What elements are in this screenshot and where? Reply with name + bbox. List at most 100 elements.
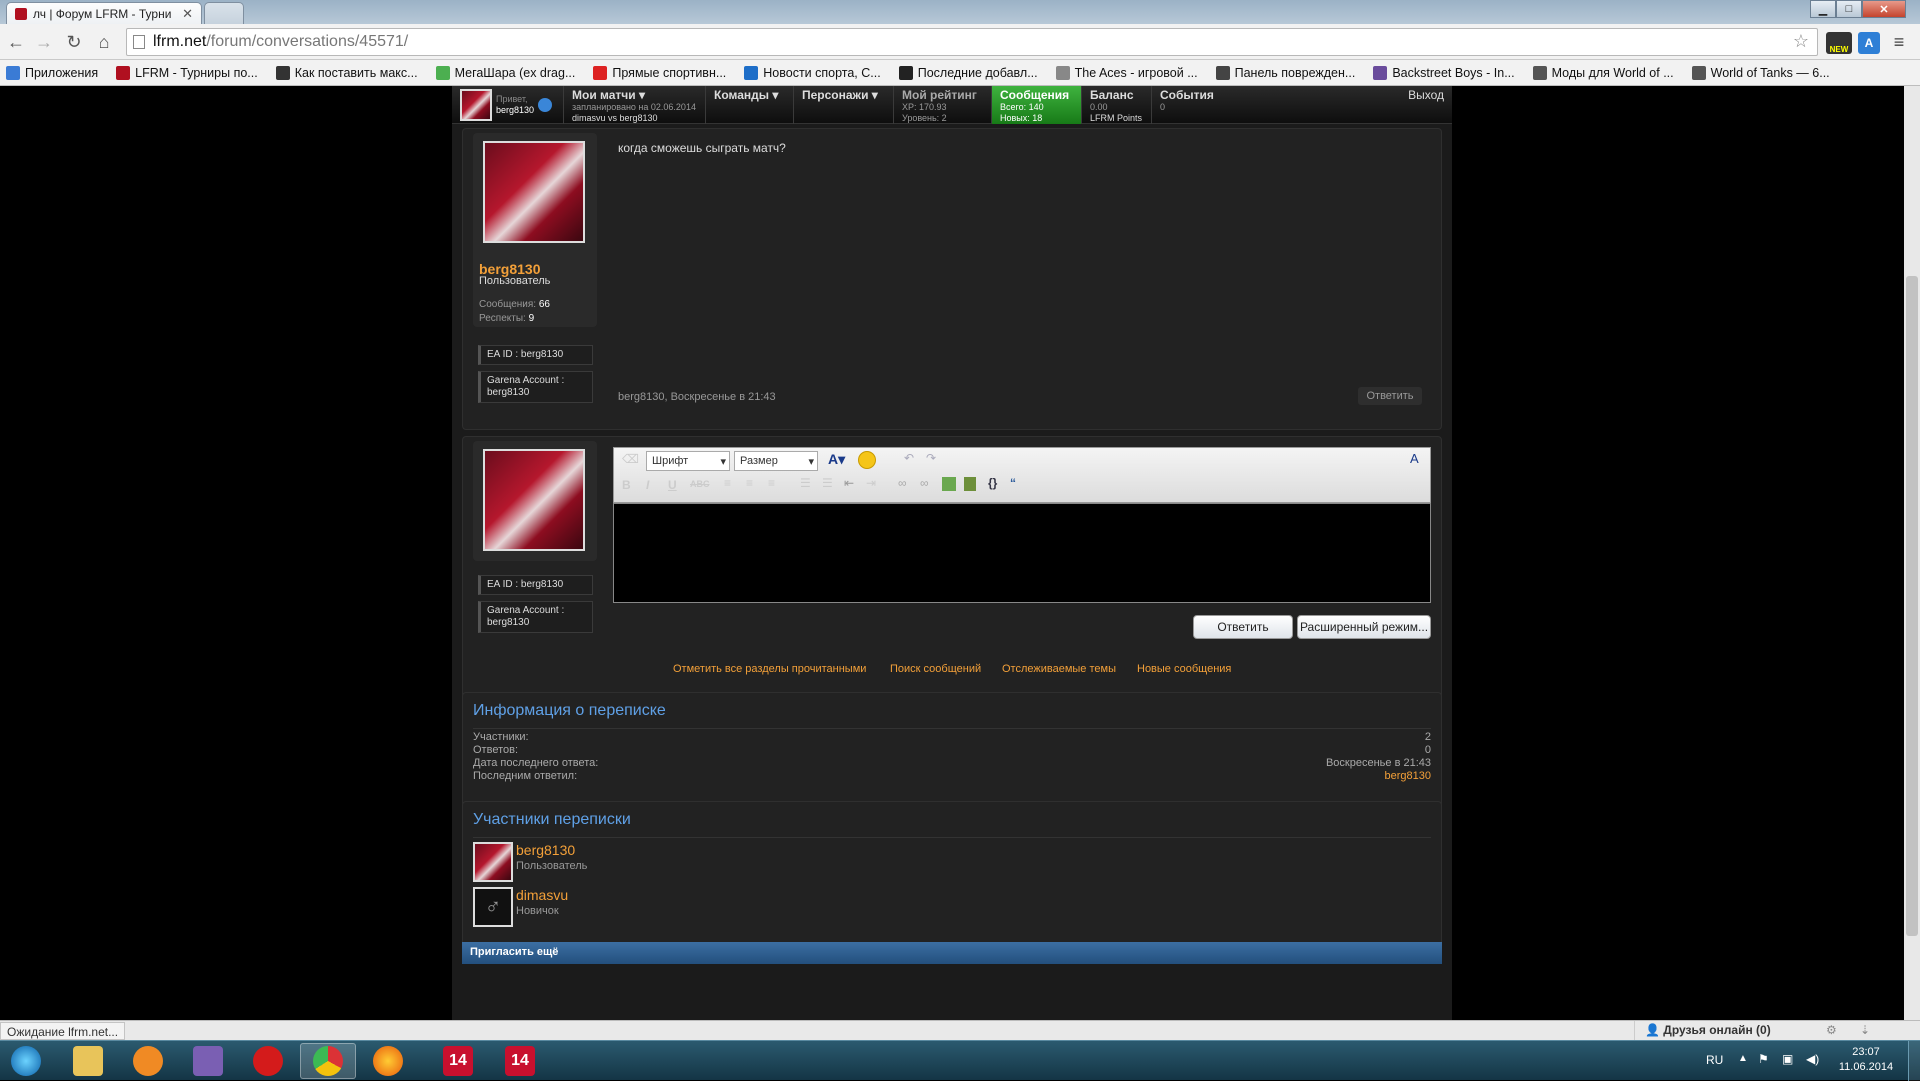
page-scrollbar[interactable] [1904,86,1920,1020]
forward-icon[interactable]: → [32,30,56,54]
bold-icon[interactable]: B [622,478,631,492]
unlink-icon[interactable]: ∞ [920,476,929,490]
divider [473,837,1431,838]
bookmark-item[interactable]: Приложения [6,65,98,80]
message-editor-textarea[interactable] [613,503,1431,603]
nav-user[interactable]: Привет, berg8130 [452,86,564,124]
scrollbar-thumb[interactable] [1906,276,1918,936]
text-color-icon[interactable]: A▾ [828,451,845,468]
menu-icon[interactable]: ≡ [1888,32,1910,54]
taskbar-firefox[interactable] [360,1043,416,1079]
nav-logout[interactable]: Выход [1382,86,1452,124]
participant-name[interactable]: berg8130 [516,842,575,858]
smiley-icon[interactable] [858,451,876,469]
code-icon[interactable]: {} [988,476,997,490]
taskbar-opera[interactable] [240,1043,296,1079]
numbered-list-icon[interactable]: ☰ [822,476,833,490]
toggle-mode-icon[interactable]: A [1410,451,1419,466]
image-icon[interactable] [942,477,956,491]
taskbar-fifa-2[interactable]: 14 [492,1043,548,1079]
taskbar-fifa-1[interactable]: 14 [430,1043,486,1079]
align-right-icon[interactable]: ≡ [768,476,775,490]
network-icon[interactable]: ▣ [1782,1052,1793,1066]
nav-balance[interactable]: Баланс 0.00 LFRM Points [1082,86,1152,124]
advanced-mode-button[interactable]: Расширенный режим... [1297,615,1431,639]
nav-my-rating[interactable]: Мой рейтинг XP: 170.93 Уровень: 2 [894,86,992,124]
close-window-button[interactable]: ✕ [1862,0,1906,18]
home-icon[interactable]: ⌂ [92,30,116,54]
underline-icon[interactable]: U [668,478,677,492]
taskbar-visual-studio[interactable] [180,1043,236,1079]
eraser-icon[interactable]: ⌫ [622,452,640,470]
friends-online[interactable]: 👤 Друзья онлайн (0) [1634,1021,1854,1041]
taskbar-chrome[interactable] [300,1043,356,1079]
maximize-button[interactable]: □ [1836,0,1862,18]
search-messages-link[interactable]: Поиск сообщений [890,663,981,675]
bookmark-item[interactable]: World of Tanks — 6... [1691,65,1830,80]
outdent-icon[interactable]: ⇤ [844,476,854,490]
bookmark-item[interactable]: Backstreet Boys - In... [1373,65,1515,80]
taskbar-explorer[interactable] [60,1043,116,1079]
taskbar-media-player[interactable] [120,1043,176,1079]
bookmark-item[interactable]: Панель поврежден... [1215,65,1355,80]
show-desktop-button[interactable] [1908,1041,1920,1081]
italic-icon[interactable]: I [646,478,649,492]
redo-icon[interactable]: ↷ [926,451,936,465]
submit-reply-button[interactable]: Ответить [1193,615,1293,639]
undo-icon[interactable]: ↶ [904,451,914,465]
wot-extension-icon[interactable]: NEW [1826,32,1852,54]
bookmark-item[interactable]: Прямые спортивн... [593,65,726,80]
align-left-icon[interactable]: ≡ [724,476,731,490]
new-messages-link[interactable]: Новые сообщения [1137,663,1231,675]
star-icon[interactable]: ☆ [1793,31,1809,52]
link-icon[interactable]: ∞ [898,476,907,490]
collapse-icon[interactable]: ⇣ [1860,1023,1870,1037]
strike-icon[interactable]: ABC [690,479,710,489]
default-avatar-icon[interactable]: ♂ [473,887,513,927]
start-button[interactable] [6,1043,46,1079]
participant-avatar[interactable] [473,842,513,882]
nav-events[interactable]: События 0 [1152,86,1382,124]
bookmark-item[interactable]: Последние добавл... [898,65,1038,80]
last-replier-link[interactable]: berg8130 [1385,770,1432,783]
translate-icon[interactable]: A [1858,32,1880,54]
indent-icon[interactable]: ⇥ [866,476,876,490]
watched-threads-link[interactable]: Отслеживаемые темы [1002,663,1116,675]
nav-messages[interactable]: Сообщения Всего: 140 Новых: 18 [992,86,1082,124]
quote-icon[interactable]: “ [1010,476,1016,490]
mark-read-link[interactable]: Отметить все разделы прочитанными [673,663,866,675]
bullet-list-icon[interactable]: ☰ [800,476,811,490]
align-center-icon[interactable]: ≡ [746,476,753,490]
browser-tab-active[interactable]: лч | Форум LFRM - Турни ✕ [6,2,202,24]
stats-messages-label: Сообщения: [479,299,537,310]
volume-icon[interactable]: ◀) [1806,1052,1819,1066]
reload-icon[interactable]: ↻ [62,30,86,54]
settings-icon[interactable]: ⚙ [1826,1023,1837,1037]
bookmark-item[interactable]: Моды для World of ... [1532,65,1674,80]
logout-link[interactable]: Выход [1408,88,1444,102]
reply-link[interactable]: Ответить [1358,387,1422,405]
font-select[interactable]: Шрифт ▾ [646,451,730,471]
participant-name[interactable]: dimasvu [516,887,568,903]
bookmark-item[interactable]: МегаШара (ex drag... [435,65,575,80]
new-tab-button[interactable] [204,2,244,24]
minimize-button[interactable]: ▁ [1810,0,1836,18]
flag-icon[interactable]: ⚑ [1758,1052,1769,1066]
bookmark-item[interactable]: The Aces - игровой ... [1055,65,1198,80]
bookmark-item[interactable]: Новости спорта, С... [744,65,881,80]
back-icon[interactable]: ← [4,30,28,54]
nav-teams[interactable]: Команды ▾ [706,86,794,124]
nav-my-matches[interactable]: Мои матчи ▾ запланировано на 02.06.2014 … [564,86,706,124]
language-indicator[interactable]: RU [1706,1053,1723,1067]
media-icon[interactable] [964,477,976,491]
nav-characters[interactable]: Персонажи ▾ [794,86,894,124]
bookmark-item[interactable]: LFRM - Турниры по... [116,65,258,80]
clock[interactable]: 23:07 11.06.2014 [1836,1045,1896,1075]
size-select[interactable]: Размер ▾ [734,451,818,471]
tray-expand-icon[interactable]: ▲ [1738,1053,1748,1064]
invite-more-button[interactable]: Пригласить ещё [462,942,1442,964]
bookmark-item[interactable]: Как поставить макс... [275,65,418,80]
close-tab-icon[interactable]: ✕ [182,6,193,22]
author-avatar[interactable] [483,141,585,243]
address-bar[interactable]: lfrm.net/forum/conversations/45571/ ☆ [126,28,1818,56]
